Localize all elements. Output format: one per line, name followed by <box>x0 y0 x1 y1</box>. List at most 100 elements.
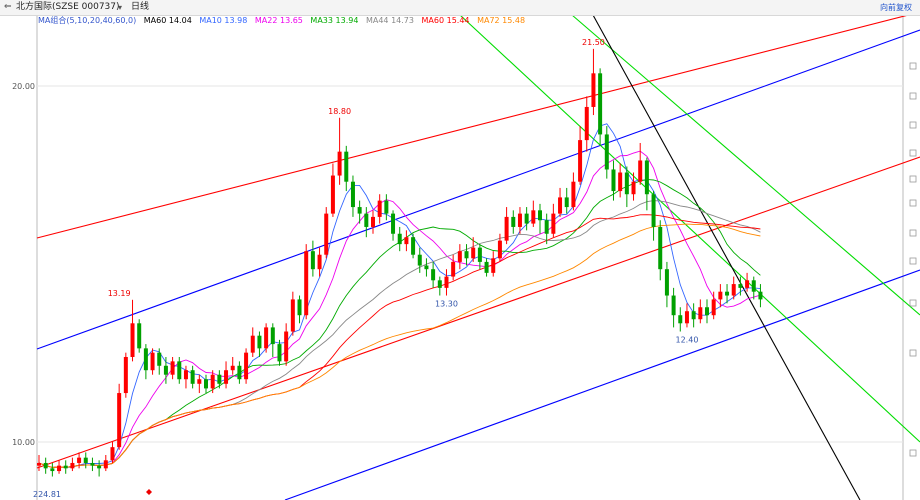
candle <box>324 207 329 259</box>
candle-body <box>103 460 108 469</box>
candle-body <box>451 261 456 277</box>
candle-body <box>618 172 623 192</box>
bottom-marker-label: 224.81 <box>33 490 61 499</box>
candle-body <box>290 299 295 332</box>
candle-body <box>157 352 162 366</box>
candle <box>411 233 416 259</box>
price-extreme-label: 13.19 <box>108 289 131 298</box>
candle-body <box>197 379 202 384</box>
candle-body <box>337 151 342 176</box>
candle-body <box>224 370 229 384</box>
candle-body <box>578 140 583 182</box>
candle-body <box>137 323 142 349</box>
candle-body <box>150 352 155 371</box>
candle-body <box>731 284 736 296</box>
candle-body <box>644 160 649 195</box>
candle-body <box>404 237 409 245</box>
candle-body <box>317 254 322 270</box>
y-tick-label: 20.00 <box>12 82 35 91</box>
candle-body <box>230 365 235 371</box>
candle-body <box>110 447 115 461</box>
candle-body <box>751 280 756 292</box>
candle-body <box>310 251 315 270</box>
candle <box>137 319 142 353</box>
candle-body <box>457 251 462 262</box>
candle-body <box>357 207 362 214</box>
ma-item: MA33 13.94 <box>310 16 359 25</box>
price-extreme-label: 18.80 <box>328 107 351 116</box>
candle-body <box>417 254 422 266</box>
candle-body <box>257 335 262 349</box>
period-label[interactable]: 日线 <box>131 0 149 15</box>
candle-body <box>517 213 522 227</box>
ma-group-label[interactable]: MA组合(5,10,20,40,60,0) <box>38 16 136 25</box>
candle-body <box>591 73 596 107</box>
candle-body <box>344 151 349 182</box>
candle-body <box>745 280 750 288</box>
price-extreme-label: 21.50 <box>582 38 605 47</box>
candle-body <box>217 374 222 384</box>
candle-body <box>397 233 402 245</box>
candle-body <box>384 200 389 214</box>
candle-body <box>758 291 763 300</box>
candle-body <box>244 352 249 380</box>
candle-body <box>484 261 489 273</box>
candle-body <box>464 251 469 259</box>
candle-body <box>50 468 55 472</box>
candle-body <box>411 237 416 255</box>
candle-body <box>684 311 689 324</box>
chevron-down-icon[interactable]: ▾ <box>118 0 122 15</box>
candle-body <box>624 172 629 195</box>
candle-body <box>738 284 743 288</box>
candle-body <box>270 327 275 345</box>
candle-body <box>63 465 68 469</box>
ma-legend: MA组合(5,10,20,40,60,0) MA60 14.04 MA10 13… <box>38 15 530 27</box>
candle-body <box>190 370 195 384</box>
chart-title: 北方国际(SZSE 000737) <box>16 2 120 12</box>
candle-body <box>143 348 148 371</box>
candle-body <box>130 323 135 357</box>
candle-body <box>324 213 329 255</box>
candle-body <box>391 213 396 234</box>
candle-body <box>638 160 643 182</box>
candle <box>304 244 309 320</box>
candle-body <box>90 462 95 466</box>
candle-body <box>598 73 603 135</box>
candle-body <box>531 210 536 224</box>
candle-body <box>123 356 128 394</box>
candle-body <box>297 299 302 316</box>
candle-body <box>204 379 208 389</box>
candle-body <box>551 213 556 234</box>
candle-body <box>70 462 75 469</box>
kline-chart[interactable]: 10.00 20.00 13.19 18.80 13.30 21.50 12.40 224.… <box>0 0 920 500</box>
candle-body <box>691 311 696 320</box>
candle-body <box>350 181 355 208</box>
candle-body <box>37 462 41 466</box>
candle-body <box>705 307 709 316</box>
candle-body <box>511 216 516 227</box>
ma-item: MA60 15.44 <box>421 16 470 25</box>
candle-body <box>170 361 175 375</box>
candle-body <box>97 465 102 469</box>
chart-toolbar: ⇐ 北方国际(SZSE 000737) ▾ 日线 向前复权 <box>0 0 920 16</box>
ma-item: MA22 13.65 <box>254 16 303 25</box>
candle-body <box>277 344 282 362</box>
candle-body <box>424 265 429 270</box>
candle-body <box>571 181 576 208</box>
ma-item: MA10 13.98 <box>199 16 248 25</box>
adjust-label[interactable]: 向前复权 <box>880 0 912 15</box>
candle-body <box>284 331 289 362</box>
candle-body <box>250 335 255 353</box>
candle-body <box>83 457 88 463</box>
candle-body <box>330 175 335 214</box>
candle-body <box>658 226 663 270</box>
candle-body <box>671 295 676 316</box>
candle-body <box>651 194 656 227</box>
candle-body <box>564 197 569 208</box>
candle-body <box>444 276 449 288</box>
candle-body <box>497 240 502 259</box>
back-icon[interactable]: ⇐ <box>4 0 12 15</box>
candle-body <box>725 291 730 296</box>
candle-body <box>631 181 636 195</box>
candle-body <box>177 361 182 380</box>
